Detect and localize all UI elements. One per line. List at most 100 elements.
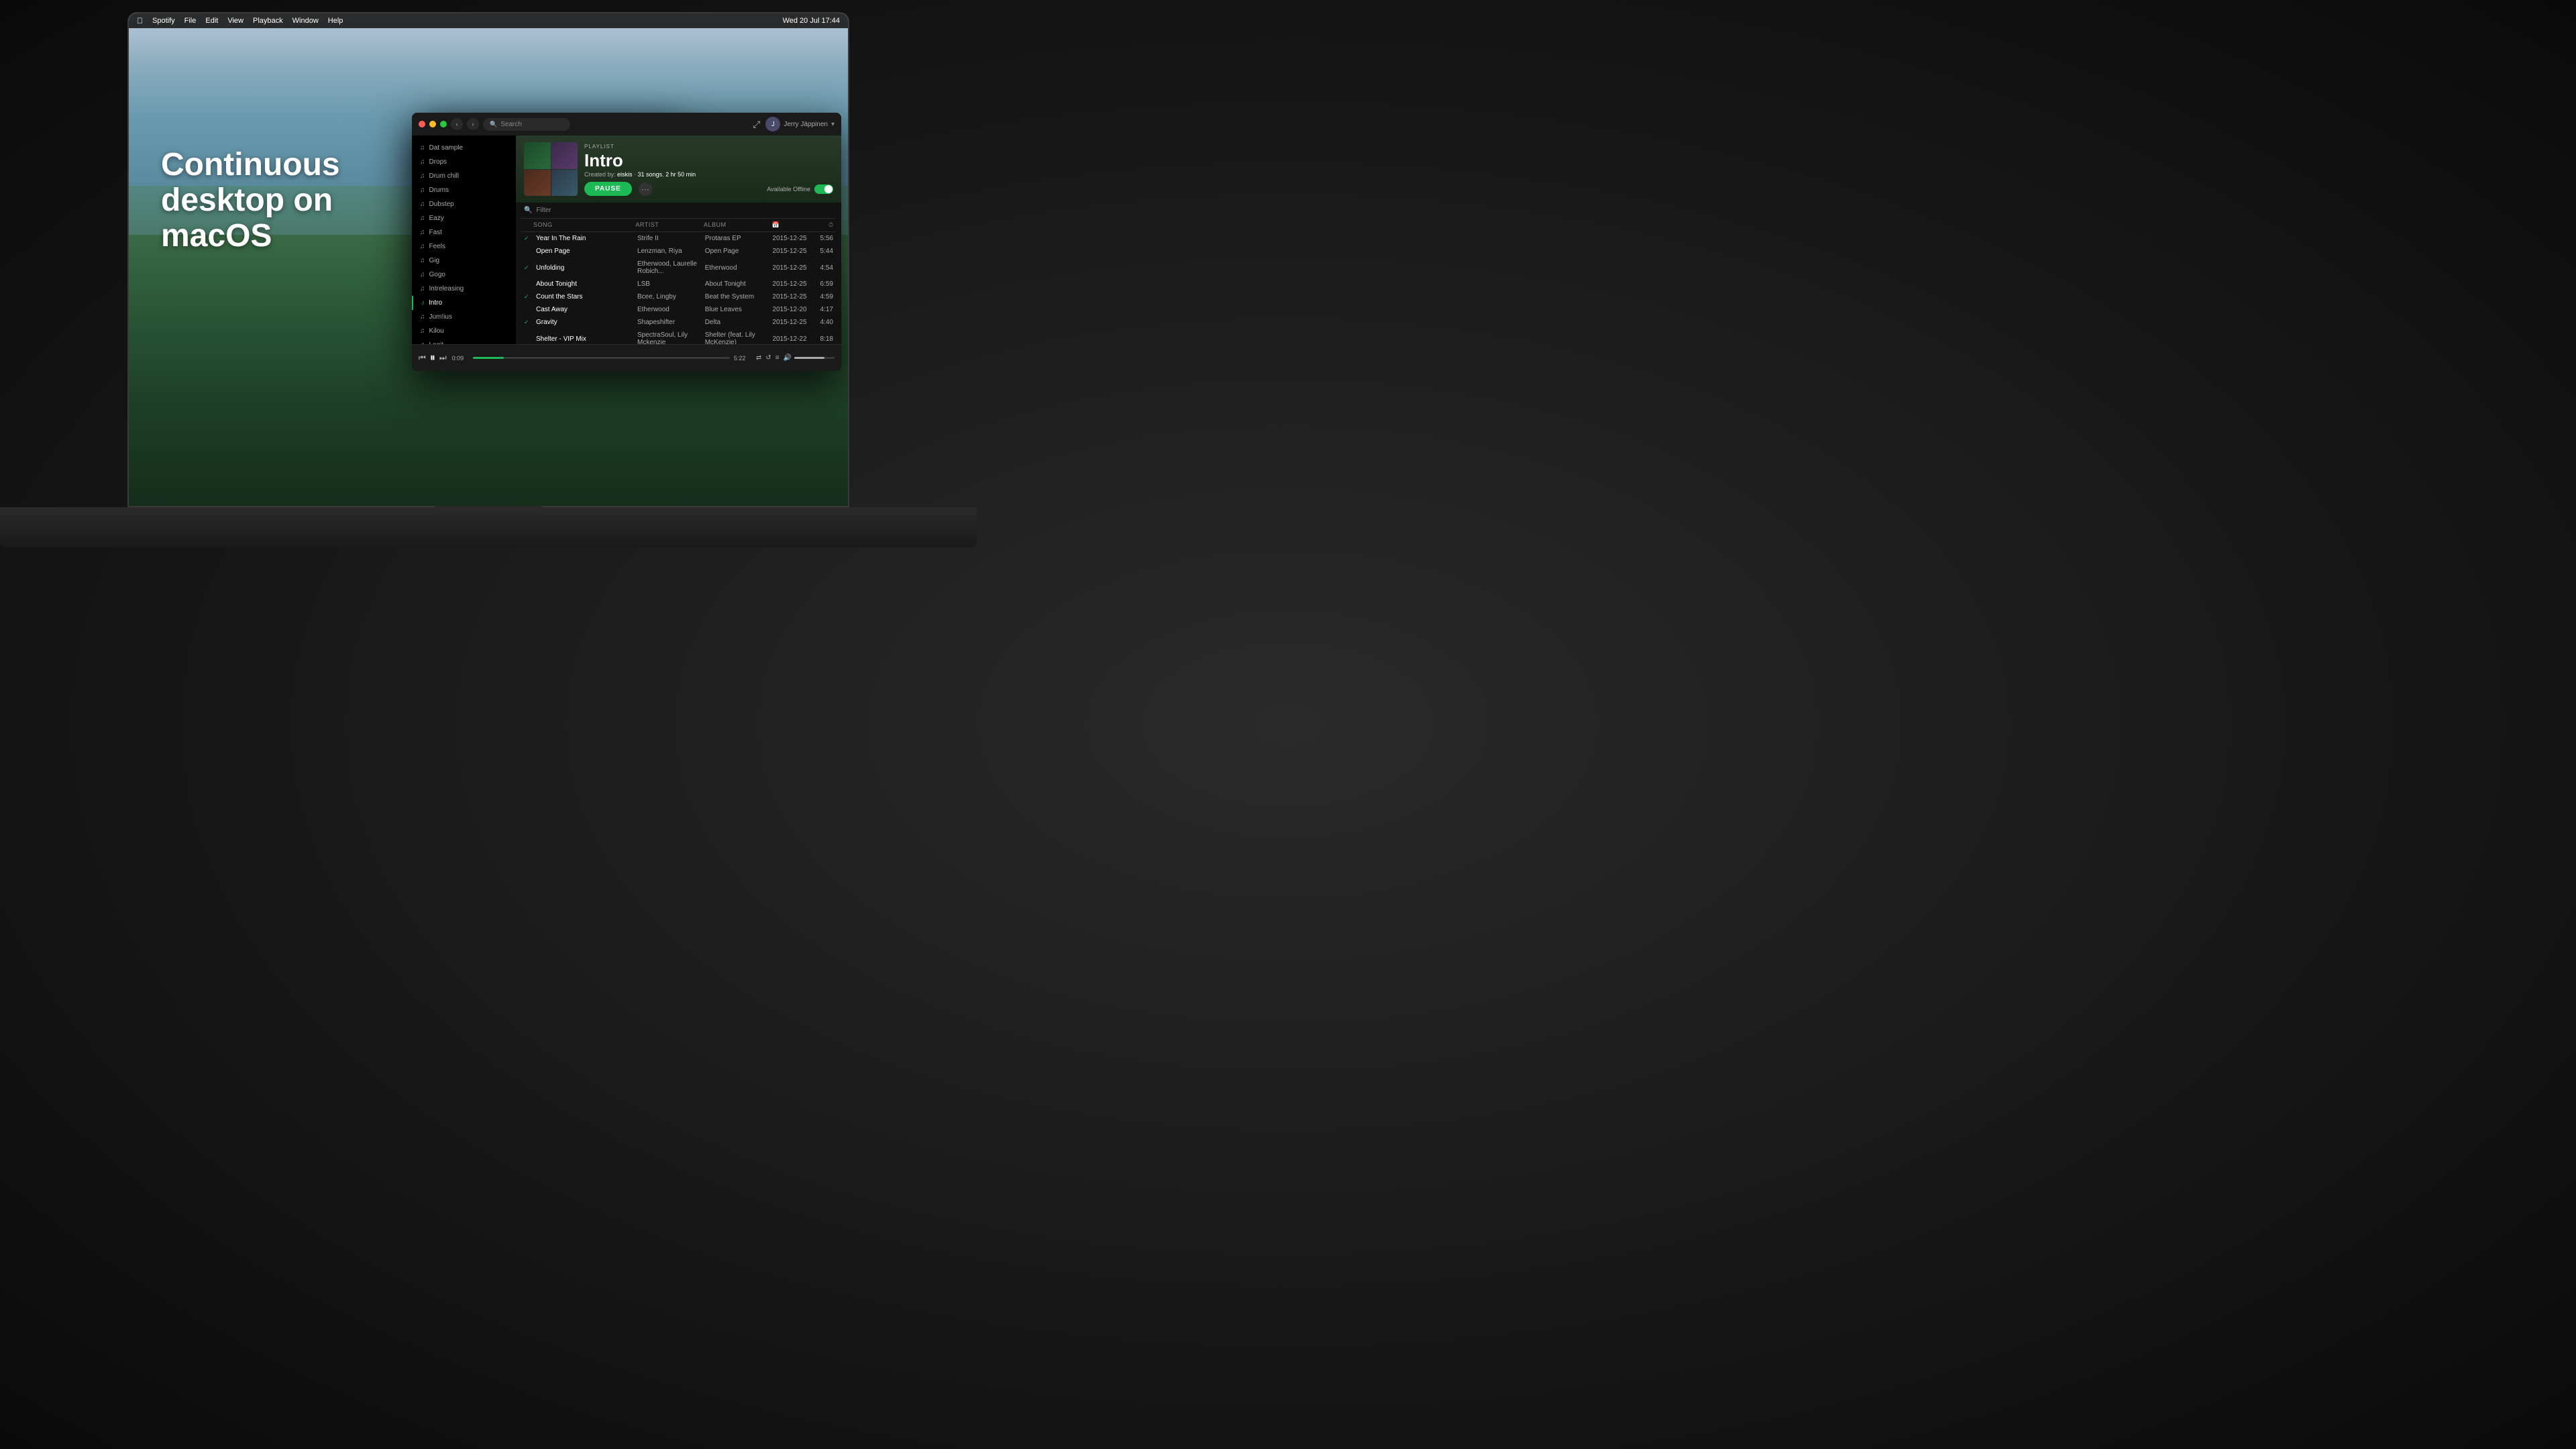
sidebar-item-eazy[interactable]: ♫ Eazy <box>412 211 516 225</box>
col-header-artist: ARTIST <box>635 221 704 229</box>
menubar-file[interactable]: File <box>184 17 197 25</box>
col-header-date: 📅 <box>772 221 813 229</box>
menubar-window[interactable]: Window <box>292 17 319 25</box>
sidebar-item-gogo[interactable]: ♫ Gogo <box>412 268 516 282</box>
playlist-duration: 2 hr 50 min <box>665 171 696 178</box>
music-icon-9: ♫ <box>420 257 425 264</box>
sidebar-item-kilou[interactable]: ♫ Kilou <box>412 324 516 338</box>
sp-pb-controls: ⏮ ⏸ ⏭ <box>419 352 447 364</box>
spotify-max-btn[interactable] <box>440 121 447 127</box>
repeat-btn[interactable]: ↺ <box>765 354 771 362</box>
track-name-5: Count the Stars <box>533 293 637 301</box>
sidebar-item-gig[interactable]: ♫ Gig <box>412 254 516 268</box>
track-row-4[interactable]: About Tonight LSB About Tonight 2015-12-… <box>521 278 836 290</box>
filter-input[interactable]: Filter <box>536 207 551 214</box>
sidebar-item-lagit[interactable]: ♫ Lagit <box>412 338 516 344</box>
col-header-duration: ⏱ <box>813 221 833 229</box>
sidebar-item-dat-sample[interactable]: ♫ Dat sample <box>412 141 516 155</box>
music-icon-5: ♫ <box>420 201 425 208</box>
spotify-title-right: ⤢ J Jerry Jäppinen ▾ <box>753 117 835 131</box>
sp-pb-right: ⇄ ↺ ≡ 🔊 <box>756 354 835 362</box>
track-row-3[interactable]: ✓ Unfolding Etherwood, Laurelle Robich..… <box>521 258 836 278</box>
sidebar-label-eazy: Eazy <box>429 215 444 222</box>
track-duration-8: 8:18 <box>813 335 833 343</box>
track-row-8[interactable]: Shelter - VIP Mix SpectraSoul, Lily Mcke… <box>521 329 836 344</box>
track-album-3: Etherwood <box>705 264 773 272</box>
track-row-7[interactable]: ✓ Gravity Shapeshifter Delta 2015-12-25 … <box>521 316 836 329</box>
sidebar-item-jumlius[interactable]: ♫ Jum!ius <box>412 310 516 324</box>
music-icon-13: ♫ <box>420 313 425 321</box>
sidebar-item-drum-chill[interactable]: ♫ Drum chill <box>412 169 516 183</box>
track-artist-3: Etherwood, Laurelle Robich... <box>637 260 705 275</box>
skip-back-btn[interactable]: ⏮ <box>419 353 426 363</box>
track-row-5[interactable]: ✓ Count the Stars Bcee, Lingby Beat the … <box>521 290 836 303</box>
track-row-2[interactable]: Open Page Lenzman, Riya Open Page 2015-1… <box>521 245 836 258</box>
spotify-close-btn[interactable] <box>419 121 425 127</box>
music-icon-12-playing: ♪ <box>421 299 425 307</box>
laptop-bottom <box>0 507 977 547</box>
sp-username: Jerry Jäppinen <box>784 121 828 128</box>
skip-forward-btn[interactable]: ⏭ <box>439 353 447 363</box>
sidebar-item-intreleasing[interactable]: ♫ Intreleasing <box>412 282 516 296</box>
track-album-7: Delta <box>705 319 773 326</box>
track-date-1: 2015-12-25 <box>772 235 812 242</box>
sidebar-label-drums: Drums <box>429 186 449 194</box>
volume-icon[interactable]: 🔊 <box>784 354 792 362</box>
track-name-3: Unfolding <box>533 264 637 272</box>
filter-icon: 🔍 <box>524 207 532 214</box>
apple-menu[interactable]:  <box>137 16 143 25</box>
sp-back-btn[interactable]: ‹ <box>451 118 463 130</box>
sidebar-item-fast[interactable]: ♫ Fast <box>412 225 516 239</box>
sidebar-label-feels: Feels <box>429 243 445 250</box>
sidebar-item-dubstep[interactable]: ♫ Dubstep <box>412 197 516 211</box>
menubar-view[interactable]: View <box>227 17 244 25</box>
volume-track[interactable] <box>794 357 835 359</box>
track-name-6: Cast Away <box>533 306 637 313</box>
track-duration-5: 4:59 <box>813 293 833 301</box>
sp-playlist-header: PLAYLIST Intro Created by: eiskis · 31 s… <box>516 136 841 203</box>
track-name-8: Shelter - VIP Mix <box>533 335 637 343</box>
progress-track[interactable] <box>473 357 730 359</box>
sp-track-list: 🔍 Filter SONG ARTIST ALBUM 📅 ⏱ <box>516 203 841 344</box>
offline-toggle[interactable]: Available Offline <box>767 184 833 194</box>
menubar-help[interactable]: Help <box>328 17 343 25</box>
hero-text: Continuous desktop on macOS <box>161 148 340 254</box>
sp-expand-btn[interactable]: ⤢ <box>753 119 760 130</box>
pause-button[interactable]: PAUSE <box>584 182 632 196</box>
playlist-type-label: PLAYLIST <box>584 144 833 150</box>
toggle-switch[interactable] <box>814 184 833 194</box>
menubar-datetime: Wed 20 Jul 17:44 <box>783 17 840 25</box>
sidebar-item-drums[interactable]: ♫ Drums <box>412 183 516 197</box>
sidebar-item-intro[interactable]: ♪ Intro <box>412 296 516 310</box>
col-check <box>524 221 533 229</box>
sp-forward-btn[interactable]: › <box>467 118 479 130</box>
track-row-1[interactable]: ✓ Year In The Rain Strife II Protaras EP… <box>521 232 836 245</box>
sidebar-item-feels[interactable]: ♫ Feels <box>412 239 516 254</box>
track-duration-7: 4:40 <box>813 319 833 326</box>
music-icon-7: ♫ <box>420 229 425 236</box>
track-date-7: 2015-12-25 <box>772 319 812 326</box>
sidebar-label-intro: Intro <box>429 299 442 307</box>
queue-btn[interactable]: ≡ <box>775 354 780 362</box>
sidebar-label-kilou: Kilou <box>429 327 444 335</box>
track-artist-4: LSB <box>637 280 705 288</box>
sidebar-label-drops: Drops <box>429 158 447 166</box>
play-pause-btn[interactable]: ⏸ <box>430 352 435 364</box>
menubar-playback[interactable]: Playback <box>253 17 283 25</box>
track-check-3: ✓ <box>524 264 533 272</box>
album-thumb-1 <box>524 142 551 169</box>
hero-line1: Continuous <box>161 148 340 183</box>
search-text: Search <box>500 121 522 128</box>
sp-user[interactable]: J Jerry Jäppinen ▾ <box>765 117 835 131</box>
col-header-album: ALBUM <box>704 221 772 229</box>
menubar-edit[interactable]: Edit <box>205 17 218 25</box>
spotify-min-btn[interactable] <box>429 121 436 127</box>
more-options-btn[interactable]: ··· <box>639 182 652 196</box>
sidebar-item-drops[interactable]: ♫ Drops <box>412 155 516 169</box>
track-row-6[interactable]: Cast Away Etherwood Blue Leaves 2015-12-… <box>521 303 836 316</box>
shuffle-btn[interactable]: ⇄ <box>756 354 761 362</box>
spotify-body: ♫ Dat sample ♫ Drops ♫ Drum chill ♫ <box>412 136 841 344</box>
sp-search-box[interactable]: 🔍 Search <box>483 118 570 131</box>
track-album-8: Shelter (feat. Lily McKenzie) <box>705 331 773 344</box>
menubar-spotify[interactable]: Spotify <box>152 17 175 25</box>
